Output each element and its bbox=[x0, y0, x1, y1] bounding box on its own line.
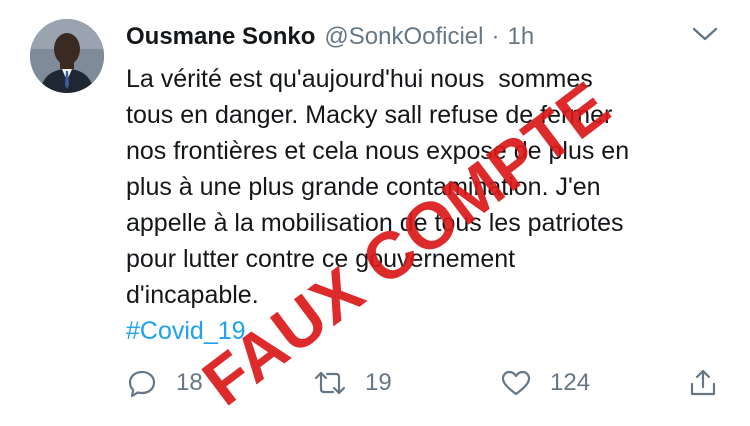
header-separator: · bbox=[491, 23, 500, 50]
tweet-actions: 18 19 124 bbox=[126, 365, 726, 401]
author-handle[interactable]: @SonkOoficiel bbox=[324, 22, 483, 52]
reply-icon bbox=[128, 370, 156, 398]
tweet-text-line: appelle à la mobilisation de tous les pa… bbox=[126, 209, 624, 237]
hashtag-link[interactable]: #Covid_19 bbox=[126, 313, 246, 349]
tweet-timestamp[interactable]: 1h bbox=[507, 22, 534, 52]
tweet-header: Ousmane Sonko @SonkOoficiel · 1h bbox=[126, 22, 534, 54]
tweet-text-line: tous en danger. Macky sall refuse de fer… bbox=[126, 101, 613, 129]
tweet-text-line: plus à une plus grande contamination. J'… bbox=[126, 173, 601, 201]
share-icon bbox=[690, 369, 716, 396]
retweet-count: 19 bbox=[365, 369, 392, 396]
reply-button[interactable]: 18 bbox=[126, 365, 203, 401]
share-button[interactable] bbox=[687, 365, 719, 401]
avatar[interactable] bbox=[30, 19, 104, 93]
reply-count: 18 bbox=[176, 369, 203, 396]
tweet-text-line: La vérité est qu'aujourd'hui nous sommes bbox=[126, 65, 593, 93]
author-name[interactable]: Ousmane Sonko bbox=[126, 22, 315, 52]
tweet-text-line: d'incapable. bbox=[126, 281, 259, 309]
retweet-icon bbox=[314, 371, 346, 395]
like-button[interactable]: 124 bbox=[500, 365, 590, 401]
tweet-text-line: nos frontières et cela nous expose de pl… bbox=[126, 137, 630, 165]
like-count: 124 bbox=[550, 369, 591, 396]
chevron-down-icon bbox=[692, 27, 718, 41]
more-options-button[interactable] bbox=[690, 24, 720, 46]
avatar-image bbox=[30, 19, 104, 93]
tweet-text: La vérité est qu'aujourd'hui nous sommes… bbox=[126, 61, 726, 313]
retweet-button[interactable]: 19 bbox=[313, 365, 392, 401]
heart-icon bbox=[501, 370, 531, 396]
tweet-text-line: pour lutter contre ce gouvernement bbox=[126, 245, 516, 273]
tweet-card: Ousmane Sonko @SonkOoficiel · 1h La véri… bbox=[0, 0, 750, 426]
